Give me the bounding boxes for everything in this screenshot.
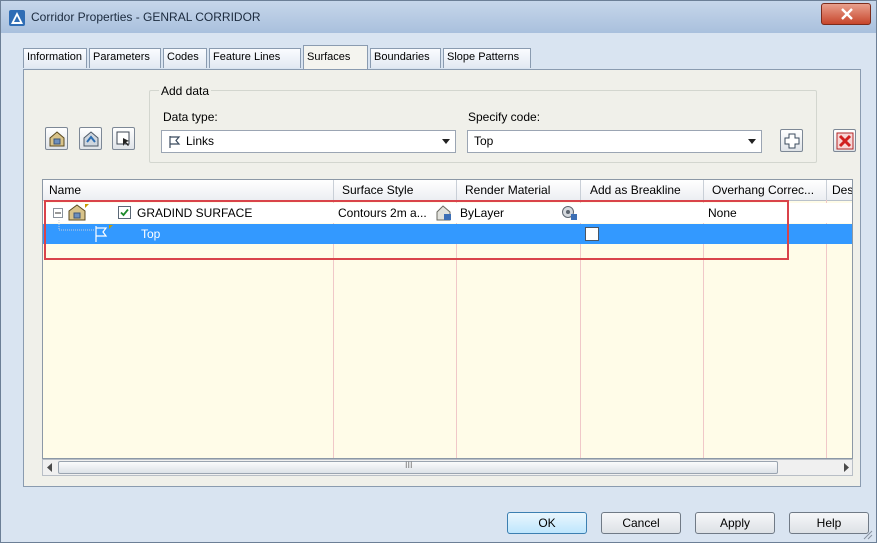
column-render-material[interactable]: Render Material [465, 183, 550, 197]
column-description[interactable]: Des [832, 183, 852, 197]
link-flag-icon [169, 136, 181, 148]
column-divider[interactable] [826, 180, 827, 200]
ok-button[interactable]: OK [507, 512, 587, 534]
highlight-box [44, 200, 789, 260]
pick-from-drawing-button[interactable] [112, 127, 135, 150]
tab-parameters[interactable]: Parameters [89, 48, 161, 68]
resize-grip-icon[interactable] [861, 528, 873, 540]
surface-add-data-button[interactable] [79, 127, 102, 150]
help-button[interactable]: Help [789, 512, 869, 534]
tab-boundaries[interactable]: Boundaries [370, 48, 441, 68]
specify-code-label: Specify code: [468, 110, 541, 124]
grid-header: Name Surface Style Render Material Add a… [43, 180, 852, 201]
civil3d-app-icon [9, 10, 25, 26]
column-surface-style[interactable]: Surface Style [342, 183, 413, 197]
tab-slope-patterns[interactable]: Slope Patterns [443, 48, 531, 68]
scroll-left-icon[interactable] [46, 463, 54, 472]
apply-button[interactable]: Apply [695, 512, 775, 534]
chevron-down-icon [748, 139, 756, 144]
create-surface-icon [49, 131, 65, 147]
data-type-value: Links [186, 134, 215, 148]
delete-icon [836, 132, 854, 150]
horizontal-scrollbar[interactable]: III [42, 459, 853, 476]
column-divider[interactable] [580, 180, 581, 200]
tab-codes[interactable]: Codes [163, 48, 207, 68]
column-add-as-breakline[interactable]: Add as Breakline [590, 183, 681, 197]
scroll-right-icon[interactable] [842, 463, 850, 472]
scroll-grip: III [405, 460, 413, 470]
column-name[interactable]: Name [49, 183, 81, 197]
window-title: Corridor Properties - GENRAL CORRIDOR [31, 10, 261, 24]
tab-surfaces[interactable]: Surfaces [303, 45, 368, 69]
cancel-button[interactable]: Cancel [601, 512, 681, 534]
pick-icon [116, 131, 130, 146]
data-type-dropdown[interactable]: Links [161, 130, 456, 153]
close-icon [841, 8, 853, 20]
surface-add-icon [83, 131, 99, 147]
column-divider[interactable] [703, 180, 704, 200]
title-bar[interactable]: Corridor Properties - GENRAL CORRIDOR [1, 1, 876, 33]
tab-feature-lines[interactable]: Feature Lines [209, 48, 301, 68]
remove-button[interactable] [833, 129, 856, 152]
add-data-title: Add data [159, 84, 212, 98]
column-divider[interactable] [456, 180, 457, 200]
chevron-down-icon [442, 139, 450, 144]
add-button[interactable] [780, 129, 803, 152]
data-type-label: Data type: [163, 110, 218, 124]
close-button[interactable] [821, 3, 871, 25]
scroll-thumb[interactable]: III [58, 460, 778, 474]
tab-information[interactable]: Information [23, 48, 87, 68]
specify-code-value: Top [474, 134, 494, 148]
specify-code-dropdown[interactable]: Top [467, 130, 762, 153]
column-divider[interactable] [333, 180, 334, 200]
column-overhang-correction[interactable]: Overhang Correc... [712, 183, 814, 197]
create-surface-button[interactable] [45, 127, 68, 150]
corridor-properties-dialog: Corridor Properties - GENRAL CORRIDOR In… [0, 0, 877, 543]
plus-icon [784, 133, 800, 149]
